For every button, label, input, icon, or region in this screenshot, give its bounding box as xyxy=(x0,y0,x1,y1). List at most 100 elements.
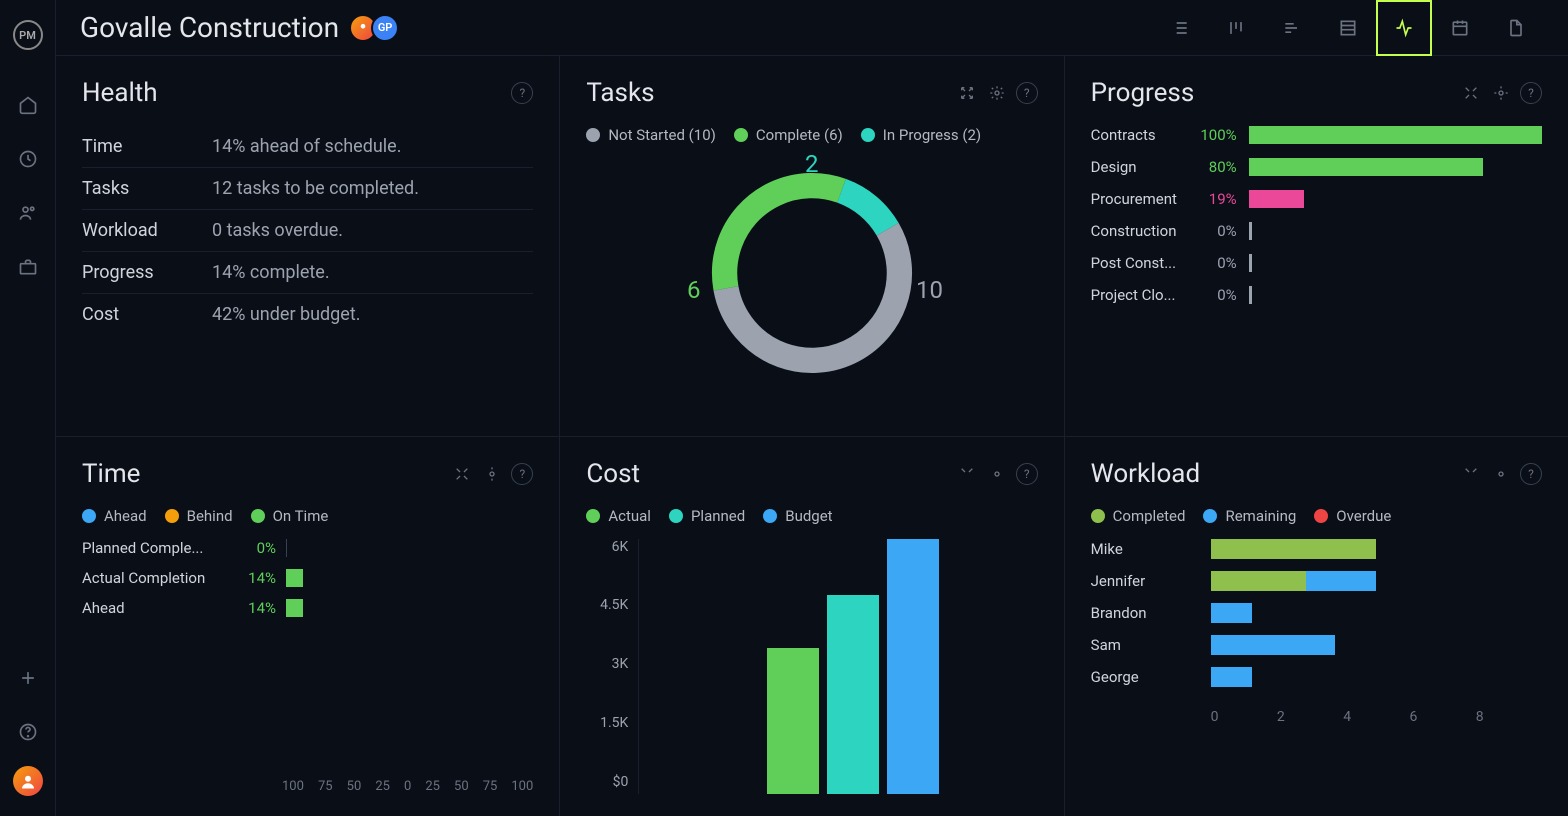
member-avatar-2[interactable]: GP xyxy=(371,14,399,42)
health-value: 12 tasks to be completed. xyxy=(212,178,419,199)
expand-button[interactable] xyxy=(1460,463,1482,485)
sidebar-team[interactable] xyxy=(8,193,48,233)
legend-dot xyxy=(1091,509,1105,523)
app-logo[interactable]: PM xyxy=(13,20,43,50)
time-row-label: Planned Comple... xyxy=(82,539,232,557)
legend-label: Actual xyxy=(608,507,651,525)
time-row: Planned Comple... 0% xyxy=(82,539,533,557)
axis-tick: 100 xyxy=(282,779,304,794)
health-row: Time 14% ahead of schedule. xyxy=(82,126,533,168)
view-tabs xyxy=(1152,0,1544,56)
workload-bar-completed xyxy=(1211,539,1377,559)
settings-button[interactable] xyxy=(1490,463,1512,485)
list-icon xyxy=(1170,18,1190,38)
workload-row: Sam xyxy=(1091,635,1542,655)
progress-label: Procurement xyxy=(1091,190,1191,208)
expand-button[interactable] xyxy=(956,82,978,104)
sidebar-add[interactable] xyxy=(8,658,48,698)
help-button[interactable]: ? xyxy=(1520,463,1542,485)
axis-tick: 0 xyxy=(1211,709,1277,725)
card-progress: Progress ? Contracts 100% Design 80% Pro… xyxy=(1065,56,1568,436)
sidebar-help[interactable] xyxy=(8,712,48,752)
settings-button[interactable] xyxy=(986,463,1008,485)
card-title-time: Time xyxy=(82,459,140,489)
time-row-track xyxy=(286,539,533,557)
legend-label: Budget xyxy=(785,507,832,525)
card-title-health: Health xyxy=(82,78,158,108)
donut-label-complete: 6 xyxy=(687,276,701,304)
help-button[interactable]: ? xyxy=(1520,82,1542,104)
help-button[interactable]: ? xyxy=(511,463,533,485)
expand-icon xyxy=(959,466,975,482)
legend-item: Planned xyxy=(669,507,745,525)
workload-row: Mike xyxy=(1091,539,1542,559)
donut-label-inprogress: 2 xyxy=(805,150,819,178)
briefcase-icon xyxy=(18,257,38,277)
axis-tick: 25 xyxy=(425,779,440,794)
plus-icon xyxy=(18,668,38,688)
view-sheet[interactable] xyxy=(1320,0,1376,56)
axis-tick: 4 xyxy=(1343,709,1409,725)
help-button[interactable]: ? xyxy=(511,82,533,104)
view-calendar[interactable] xyxy=(1432,0,1488,56)
sidebar: PM xyxy=(0,0,56,816)
expand-icon xyxy=(1463,466,1479,482)
progress-label: Contracts xyxy=(1091,126,1191,144)
dashboard-grid: Health ? Time 14% ahead of schedule. Tas… xyxy=(56,56,1568,816)
legend-label: Behind xyxy=(187,507,233,525)
help-button[interactable]: ? xyxy=(1016,82,1038,104)
progress-bar-track xyxy=(1249,190,1542,208)
view-dashboard[interactable] xyxy=(1376,0,1432,56)
axis-tick: $0 xyxy=(586,774,628,790)
health-value: 0 tasks overdue. xyxy=(212,220,343,241)
sidebar-portfolio[interactable] xyxy=(8,247,48,287)
workload-track xyxy=(1211,603,1542,623)
view-files[interactable] xyxy=(1488,0,1544,56)
file-icon xyxy=(1506,18,1526,38)
time-row-track xyxy=(286,599,533,617)
help-icon xyxy=(18,722,38,742)
progress-pct: 0% xyxy=(1191,286,1237,304)
legend-label: Remaining xyxy=(1225,507,1296,525)
help-button[interactable]: ? xyxy=(1016,463,1038,485)
workload-row: Brandon xyxy=(1091,603,1542,623)
view-list[interactable] xyxy=(1152,0,1208,56)
expand-button[interactable] xyxy=(451,463,473,485)
axis-tick: 4.5K xyxy=(586,597,628,613)
progress-bar xyxy=(1249,126,1542,144)
time-row-label: Actual Completion xyxy=(82,569,232,587)
legend-dot xyxy=(1203,509,1217,523)
settings-button[interactable] xyxy=(986,82,1008,104)
legend-item: Behind xyxy=(165,507,233,525)
progress-bar-track xyxy=(1249,254,1542,272)
view-gantt[interactable] xyxy=(1264,0,1320,56)
sidebar-user-avatar[interactable] xyxy=(13,766,43,796)
gear-icon xyxy=(989,85,1005,101)
health-row: Tasks 12 tasks to be completed. xyxy=(82,168,533,210)
users-icon xyxy=(18,203,38,223)
axis-tick: 3K xyxy=(586,656,628,672)
donut-label-notstarted: 10 xyxy=(916,276,943,304)
health-value: 42% under budget. xyxy=(212,304,360,325)
expand-button[interactable] xyxy=(1460,82,1482,104)
cost-bar-budget xyxy=(887,539,939,795)
axis-tick: 50 xyxy=(347,779,362,794)
health-value: 14% ahead of schedule. xyxy=(212,136,401,157)
expand-button[interactable] xyxy=(956,463,978,485)
axis-tick: 1.5K xyxy=(586,715,628,731)
sidebar-home[interactable] xyxy=(8,85,48,125)
settings-button[interactable] xyxy=(1490,82,1512,104)
health-row: Progress 14% complete. xyxy=(82,252,533,294)
settings-button[interactable] xyxy=(481,463,503,485)
progress-label: Construction xyxy=(1091,222,1191,240)
legend-label: Overdue xyxy=(1336,507,1391,525)
time-row-bar xyxy=(286,599,303,617)
time-row-label: Ahead xyxy=(82,599,232,617)
sidebar-recent[interactable] xyxy=(8,139,48,179)
legend-item: Ahead xyxy=(82,507,147,525)
gear-icon xyxy=(1493,466,1509,482)
member-avatars[interactable]: GP xyxy=(355,14,399,42)
cost-bar-chart: 6K4.5K3K1.5K$0 xyxy=(586,539,1037,795)
card-health: Health ? Time 14% ahead of schedule. Tas… xyxy=(56,56,559,436)
view-board[interactable] xyxy=(1208,0,1264,56)
